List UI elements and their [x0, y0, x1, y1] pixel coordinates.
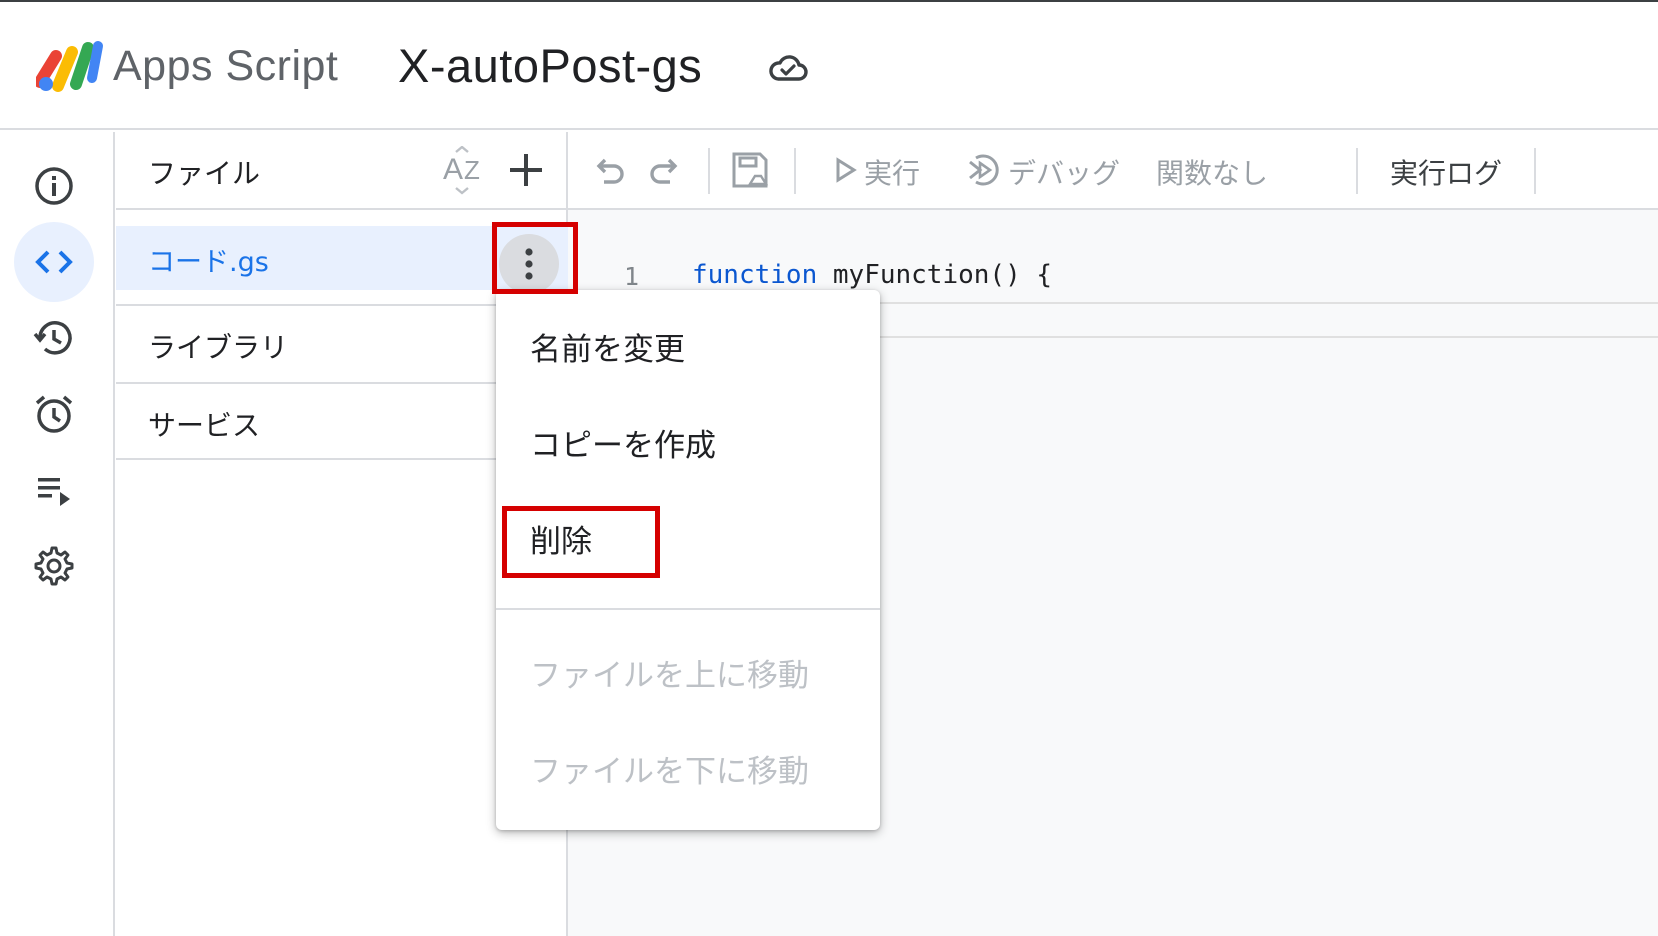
menu-item-move-up[interactable]: ファイルを上に移動 — [530, 650, 809, 695]
toolbar-separator — [794, 148, 796, 194]
toolbar-separator — [1534, 148, 1536, 194]
menu-item-make-copy[interactable]: コピーを作成 — [530, 420, 716, 465]
run-label: 実行 — [864, 157, 921, 190]
services-label: サービス — [148, 409, 261, 442]
code-text: myFunction() { — [817, 260, 1053, 290]
cloud-saved-icon[interactable] — [768, 52, 808, 84]
line-number: 1 — [624, 262, 640, 291]
top-bar: Apps Script X-autoPost-gs — [0, 0, 1658, 130]
libraries-label: ライブラリ — [148, 331, 289, 364]
playlist-play-icon — [38, 478, 70, 506]
code-icon — [35, 250, 73, 274]
annotation-box-more-button — [492, 222, 578, 294]
redo-icon[interactable] — [644, 150, 684, 190]
project-name[interactable]: X-autoPost-gs — [398, 38, 702, 93]
toolbar-separator — [1356, 148, 1358, 194]
function-select[interactable]: 関数なし — [1156, 152, 1268, 192]
debug-label: デバッグ — [1008, 157, 1121, 190]
play-icon — [836, 157, 857, 183]
overview-button[interactable] — [14, 146, 94, 226]
files-header: ファイル A Z — [116, 132, 568, 210]
add-file-icon[interactable] — [506, 150, 546, 190]
execution-log-button[interactable]: 実行ログ — [1390, 152, 1502, 192]
settings-button[interactable] — [14, 526, 94, 606]
file-name: コード.gs — [148, 247, 269, 278]
left-nav-rail — [0, 132, 115, 936]
svg-text:A: A — [443, 153, 463, 186]
sort-az-icon[interactable]: A Z — [442, 146, 488, 196]
toolbar-separator — [708, 148, 710, 194]
svg-text:Z: Z — [464, 155, 480, 185]
code-line[interactable]: function myFunction() { — [692, 260, 1052, 290]
executions-button[interactable] — [14, 450, 94, 530]
info-icon — [35, 167, 73, 205]
files-title: ファイル — [148, 157, 261, 190]
menu-item-move-down[interactable]: ファイルを下に移動 — [530, 746, 809, 791]
annotation-box-delete — [502, 506, 660, 578]
code-keyword: function — [692, 260, 818, 290]
undo-icon[interactable] — [590, 150, 630, 190]
history-icon — [33, 321, 72, 355]
menu-divider — [496, 608, 880, 610]
debug-icon — [969, 154, 999, 186]
app-name[interactable]: Apps Script — [113, 42, 338, 91]
gear-icon — [34, 546, 74, 586]
history-button[interactable] — [14, 298, 94, 378]
save-drive-icon[interactable] — [730, 150, 770, 190]
triggers-button[interactable] — [14, 374, 94, 454]
editor-toolbar: 実行 デバッグ 関数なし 実行ログ — [568, 132, 1658, 210]
apps-script-logo[interactable] — [36, 38, 104, 94]
alarm-icon — [35, 395, 73, 433]
editor-button[interactable] — [14, 222, 94, 302]
menu-item-rename[interactable]: 名前を変更 — [530, 324, 685, 369]
